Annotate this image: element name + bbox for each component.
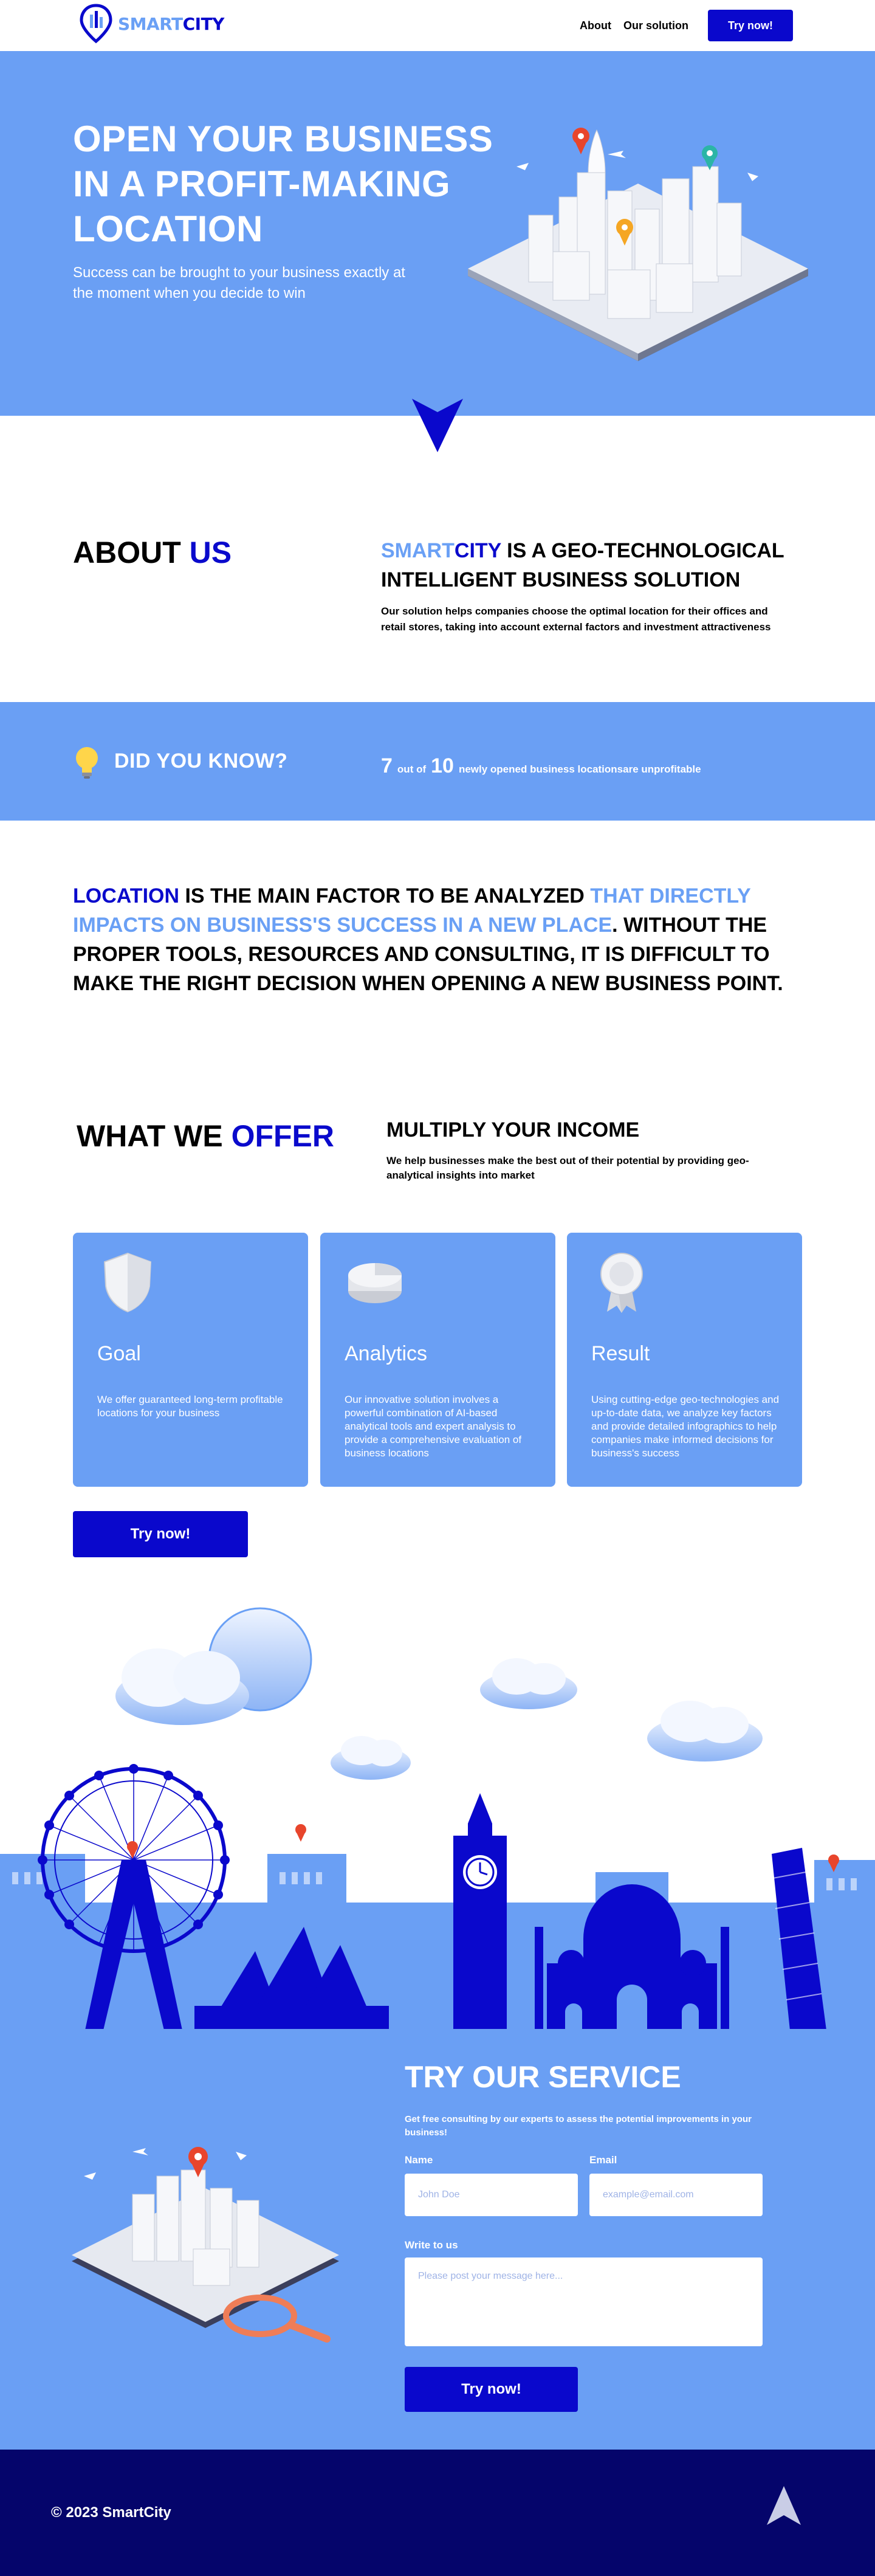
offer-try-now-button[interactable]: Try now! — [73, 1511, 248, 1557]
offer-card-result: Result Using cutting-edge geo-technologi… — [567, 1233, 802, 1487]
logo[interactable]: SMARTCITY — [79, 4, 224, 44]
name-input[interactable] — [405, 2174, 578, 2216]
map-pin-red-icon — [127, 1841, 138, 1859]
card-text: Using cutting-edge geo-technologies and … — [591, 1394, 780, 1459]
award-badge-icon — [600, 1253, 643, 1313]
scroll-down-arrow-icon[interactable] — [412, 399, 463, 452]
did-you-know-section: DID YOU KNOW? 7 out of 10 newly opened b… — [0, 702, 875, 821]
card-title: Goal — [97, 1342, 141, 1365]
header-try-now-button[interactable]: Try now! — [708, 10, 793, 41]
landing-page: SMARTCITY About Our solution Try now! OP… — [0, 0, 875, 2576]
cloud-icon — [480, 1658, 577, 1709]
message-label: Write to us — [405, 2239, 458, 2251]
email-input[interactable] — [589, 2174, 763, 2216]
message-textarea[interactable] — [405, 2257, 763, 2346]
light-bulb-icon — [76, 747, 98, 779]
offer-headline: MULTIPLY YOUR INCOME — [386, 1118, 640, 1142]
did-you-know-title: DID YOU KNOW? — [114, 749, 288, 773]
email-label: Email — [589, 2154, 617, 2166]
clock-tower-landmark — [453, 1793, 507, 2030]
form-subtitle: Get free consulting by our experts to as… — [405, 2114, 752, 2138]
offer-card-analytics: Analytics Our innovative solution involv… — [320, 1233, 555, 1487]
magnifying-glass-icon — [223, 2295, 331, 2343]
offer-description: We help businesses make the best out of … — [386, 1155, 749, 1181]
nav-our-solution-link[interactable]: Our solution — [623, 19, 688, 32]
logo-text: SMARTCITY — [118, 13, 224, 34]
form-submit-button[interactable]: Try now! — [405, 2367, 578, 2412]
card-title: Analytics — [345, 1342, 428, 1365]
site-header: SMARTCITY About Our solution Try now! — [0, 0, 875, 51]
offer-title: WHAT WE OFFER — [77, 1119, 335, 1153]
cloud-icon — [331, 1736, 411, 1780]
hero-subtitle: Success can be brought to your business … — [73, 264, 405, 301]
copyright-text: © 2023 SmartCity — [51, 2504, 171, 2521]
offer-card-goal: Goal We offer guaranteed long-term profi… — [73, 1233, 308, 1487]
world-landmarks-skyline-illustration — [0, 1607, 875, 2030]
contact-form-section: TRY OUR SERVICE Get free consulting by o… — [0, 2029, 875, 2450]
card-title: Result — [591, 1342, 650, 1365]
site-footer: © 2023 SmartCity — [0, 2450, 875, 2576]
isometric-city-search-illustration — [72, 2147, 339, 2343]
location-statement: LOCATION IS THE MAIN FACTOR TO BE ANALYZ… — [73, 884, 783, 995]
location-pin-logo-icon — [80, 4, 112, 44]
card-text: We offer guaranteed long-term profitable… — [97, 1394, 283, 1419]
isometric-city-illustration — [468, 128, 808, 361]
about-headline: SMARTCITY IS A GEO-TECHNOLOGICAL INTELLI… — [381, 539, 784, 591]
map-pin-red-icon — [572, 128, 589, 154]
main-nav: About Our solution Try now! — [580, 10, 793, 41]
about-description: Our solution helps companies choose the … — [381, 605, 771, 633]
hero-section: OPEN YOUR BUSINESS IN A PROFIT-MAKING LO… — [0, 51, 875, 416]
cloud-icon — [647, 1701, 763, 1762]
map-pin-red-icon — [295, 1824, 306, 1842]
card-text: Our innovative solution involves a power… — [345, 1394, 522, 1459]
form-title: TRY OUR SERVICE — [405, 2060, 681, 2094]
cloud-icon — [115, 1648, 249, 1725]
nav-about-link[interactable]: About — [580, 19, 611, 32]
pie-chart-icon — [348, 1263, 402, 1303]
name-label: Name — [405, 2154, 433, 2166]
statistic: 7 out of 10 newly opened business locati… — [381, 754, 701, 777]
shield-icon — [103, 1252, 152, 1313]
scroll-to-top-arrow-icon[interactable] — [767, 2486, 801, 2525]
about-title: ABOUT US — [73, 536, 232, 570]
